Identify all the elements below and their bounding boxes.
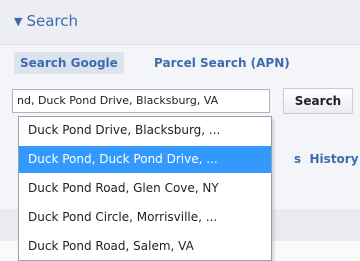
autocomplete-dropdown: Duck Pond Drive, Blacksburg, ... Duck Po… xyxy=(18,116,272,261)
suggestion-item[interactable]: Duck Pond Road, Glen Cove, NY xyxy=(19,175,271,202)
search-panel-header[interactable]: ▼ Search xyxy=(0,0,360,45)
tab-parcel-search-apn[interactable]: Parcel Search (APN) xyxy=(154,52,290,74)
collapse-arrow-icon[interactable]: ▼ xyxy=(14,15,22,28)
panel-title[interactable]: ▼ Search xyxy=(14,12,78,30)
search-input[interactable]: nd, Duck Pond Drive, Blacksburg, VA xyxy=(12,89,270,113)
suggestion-item-selected[interactable]: Duck Pond, Duck Pond Drive, ... xyxy=(19,146,271,173)
suggestion-item[interactable]: Duck Pond Circle, Morrisville, ... xyxy=(19,204,271,231)
history-link[interactable]: s History xyxy=(294,152,359,166)
tab-search-google[interactable]: Search Google xyxy=(14,52,124,74)
suggestion-item[interactable]: Duck Pond Road, Salem, VA xyxy=(19,233,271,260)
history-label: History xyxy=(309,152,359,166)
suggestion-item[interactable]: Duck Pond Drive, Blacksburg, ... xyxy=(19,117,271,144)
panel-title-label: Search xyxy=(26,12,79,30)
search-button[interactable]: Search xyxy=(283,88,353,114)
history-prefix: s xyxy=(294,152,302,166)
